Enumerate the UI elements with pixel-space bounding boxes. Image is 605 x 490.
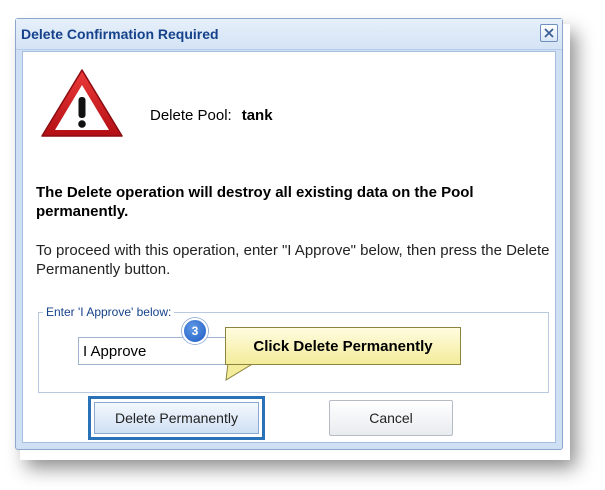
warning-message: The Delete operation will destroy all ex… [36,184,474,220]
step-badge: 3 [182,318,208,344]
instructions-message: To proceed with this operation, enter "I… [36,242,550,278]
pool-label: Delete Pool: [150,107,232,124]
instruction-callout: Click Delete Permanently [225,327,461,365]
dialog-title: Delete Confirmation Required [21,26,219,42]
cancel-button[interactable]: Cancel [329,400,453,436]
dialog-titlebar: Delete Confirmation Required [16,19,562,50]
delete-permanently-label: Delete Permanently [94,402,259,434]
callout-pointer [225,362,256,381]
delete-permanently-button[interactable]: Delete Permanently [88,396,265,440]
pool-row: Delete Pool: tank [150,107,273,124]
fieldset-legend: Enter 'I Approve' below: [43,305,175,319]
dialog-content: Delete Pool: tank The Delete operation wi… [22,51,556,443]
warning-triangle-icon [41,69,123,137]
delete-confirmation-dialog: Delete Confirmation Required Delete Pool… [15,18,563,450]
pool-name: tank [241,107,273,124]
close-icon [544,28,554,38]
close-button[interactable] [540,24,558,42]
